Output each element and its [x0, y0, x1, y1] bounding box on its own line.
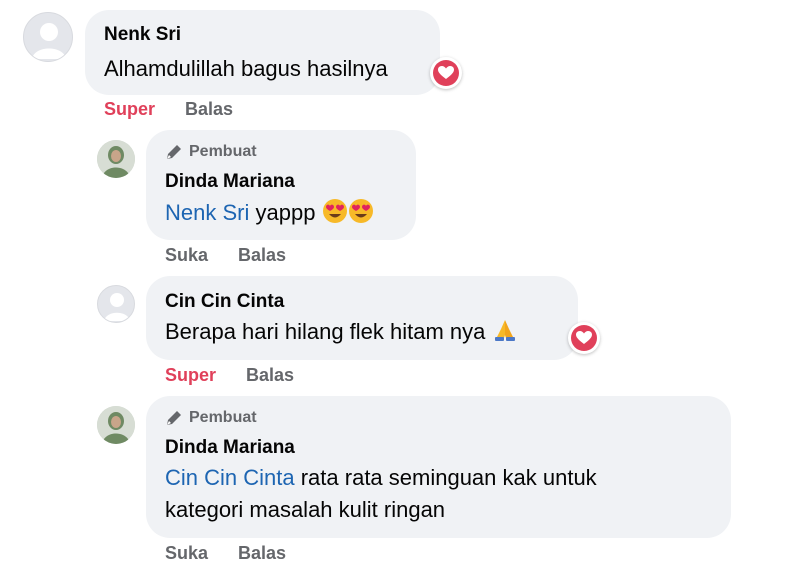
author-badge: Pembuat: [165, 143, 257, 161]
heart-eyes-emoji-icon: [322, 199, 347, 223]
heart-eyes-emoji-icon: [348, 199, 373, 223]
profile-photo-icon: [97, 140, 135, 178]
comment-text-line1: rata rata seminguan kak untuk: [300, 465, 597, 490]
comment-author[interactable]: Dinda Mariana: [165, 437, 295, 459]
comment-author[interactable]: Cin Cin Cinta: [165, 291, 284, 313]
comment-author[interactable]: Dinda Mariana: [165, 171, 295, 193]
heart-love-reaction-icon[interactable]: [568, 322, 600, 354]
comment-text-body: Berapa hari hilang flek hitam nya: [165, 319, 486, 344]
author-badge: Pembuat: [165, 409, 257, 427]
mention-link[interactable]: Cin Cin Cinta: [165, 465, 295, 490]
comment-text-line2: kategori masalah kulit ringan: [165, 497, 446, 522]
like-button[interactable]: Suka: [165, 245, 208, 266]
default-avatar-icon: [32, 23, 66, 59]
comment-text: Berapa hari hilang flek hitam nya: [165, 316, 518, 348]
reply-button[interactable]: Balas: [238, 543, 286, 564]
avatar[interactable]: [97, 140, 135, 178]
author-badge-label: Pembuat: [189, 409, 257, 426]
reply-button[interactable]: Balas: [246, 365, 294, 386]
reply-button[interactable]: Balas: [238, 245, 286, 266]
like-button[interactable]: Suka: [165, 543, 208, 564]
heart-love-reaction-icon[interactable]: [430, 57, 462, 89]
comment-text: Cin Cin Cinta rata rata seminguan kak un…: [165, 462, 597, 494]
comment-author[interactable]: Nenk Sri: [104, 24, 181, 46]
comment-text-body: yappp: [255, 200, 316, 225]
super-reaction-button[interactable]: Super: [104, 99, 155, 120]
comment-text: Nenk Sri yappp: [165, 197, 374, 229]
author-badge-label: Pembuat: [189, 143, 257, 160]
reply-button[interactable]: Balas: [185, 99, 233, 120]
profile-photo-icon: [97, 406, 135, 444]
folded-hands-emoji-icon: [494, 320, 515, 341]
avatar[interactable]: [97, 406, 135, 444]
super-reaction-button[interactable]: Super: [165, 365, 216, 386]
pen-icon: [167, 145, 181, 159]
pen-icon: [167, 411, 181, 425]
default-avatar-icon: [104, 293, 130, 321]
avatar[interactable]: [23, 12, 73, 62]
comment-text: Alhamdulillah bagus hasilnya: [104, 56, 388, 81]
avatar[interactable]: [97, 285, 135, 323]
mention-link[interactable]: Nenk Sri: [165, 200, 249, 225]
